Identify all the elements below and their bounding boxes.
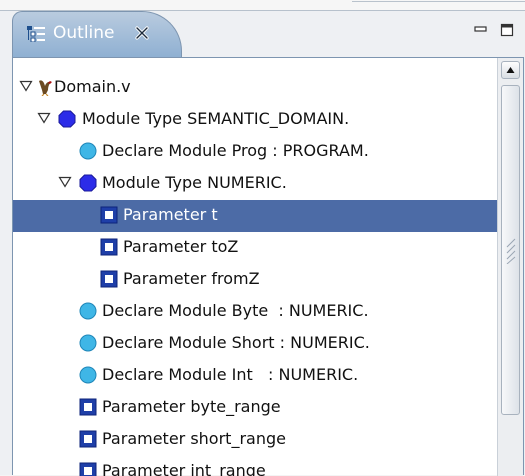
tree-row-declare-module[interactable]: Declare Module Int : NUMERIC. xyxy=(13,360,497,392)
tree-row-label: Declare Module Byte : NUMERIC. xyxy=(102,301,369,320)
top-strip xyxy=(0,0,525,10)
parameter-icon xyxy=(79,398,97,416)
scroll-thumb[interactable] xyxy=(501,85,520,415)
parameter-icon xyxy=(100,206,118,224)
tree-row-label: Parameter fromZ xyxy=(123,269,260,288)
expanded-chevron-icon[interactable] xyxy=(37,111,51,125)
tree-row-module-type[interactable]: Module Type NUMERIC. xyxy=(13,168,497,200)
parameter-icon xyxy=(100,238,118,256)
expanded-chevron-icon[interactable] xyxy=(58,175,72,189)
tree-row-declare-module[interactable]: Declare Module Byte : NUMERIC. xyxy=(13,296,497,328)
declare-module-icon xyxy=(79,334,97,352)
scroll-up-arrow-icon xyxy=(506,67,515,73)
declare-module-icon xyxy=(79,366,97,384)
tree-row-parameter[interactable]: Parameter short_range xyxy=(13,424,497,456)
tab-outline[interactable]: Outline xyxy=(12,11,182,57)
scroll-grip-icon xyxy=(506,238,516,264)
tree-row-label: Parameter toZ xyxy=(123,237,239,256)
tree-row-label: Declare Module Short : NUMERIC. xyxy=(102,333,370,352)
module-type-icon xyxy=(58,110,76,128)
scroll-up-button[interactable] xyxy=(501,61,520,79)
source-file-icon xyxy=(39,80,52,96)
outline-tree: Domain.v Module Type SEMANTIC_DOMAIN. De… xyxy=(13,58,497,476)
tree-row-parameter[interactable]: Parameter toZ xyxy=(13,232,497,264)
parameter-icon xyxy=(100,270,118,288)
tree-row-domain-v[interactable]: Domain.v xyxy=(13,72,497,104)
top-strip-line xyxy=(352,1,525,2)
tree-row-label: Parameter short_range xyxy=(102,429,286,448)
tree-row-label: Declare Module Prog : PROGRAM. xyxy=(102,141,369,160)
tree-row-parameter[interactable]: Parameter byte_range xyxy=(13,392,497,424)
tree-row-declare-module[interactable]: Declare Module Prog : PROGRAM. xyxy=(13,136,497,168)
tree-row-parameter[interactable]: Parameter fromZ xyxy=(13,264,497,296)
outline-tree-pane: Domain.v Module Type SEMANTIC_DOMAIN. De… xyxy=(12,57,524,476)
tree-row-module-type[interactable]: Module Type SEMANTIC_DOMAIN. xyxy=(13,104,497,136)
tree-row-parameter[interactable]: Parameter int_range xyxy=(13,456,497,476)
close-icon[interactable] xyxy=(134,25,150,41)
outline-view-icon xyxy=(27,26,45,42)
maximize-icon[interactable] xyxy=(500,23,514,37)
expanded-chevron-icon[interactable] xyxy=(19,79,33,93)
tree-row-declare-module[interactable]: Declare Module Short : NUMERIC. xyxy=(13,328,497,360)
minimize-icon[interactable] xyxy=(474,23,488,37)
module-type-icon xyxy=(79,174,97,192)
tab-title: Outline xyxy=(53,23,115,43)
declare-module-icon xyxy=(79,302,97,320)
parameter-icon xyxy=(79,430,97,448)
tree-row-label: Module Type SEMANTIC_DOMAIN. xyxy=(82,109,350,128)
tree-row-parameter-selected[interactable]: Parameter t xyxy=(13,200,497,232)
vertical-scrollbar[interactable] xyxy=(497,58,523,476)
declare-module-icon xyxy=(79,142,97,160)
tree-row-label: Parameter t xyxy=(123,205,218,224)
outline-view: Outline Domain.v Module Type SEMANTIC_DO… xyxy=(0,10,525,476)
tree-row-label: Module Type NUMERIC. xyxy=(102,173,287,192)
tree-row-label: Domain.v xyxy=(54,77,131,96)
view-tab-bar: Outline xyxy=(0,11,525,57)
tree-row-label: Parameter byte_range xyxy=(102,397,281,416)
tree-row-label: Declare Module Int : NUMERIC. xyxy=(102,365,359,384)
